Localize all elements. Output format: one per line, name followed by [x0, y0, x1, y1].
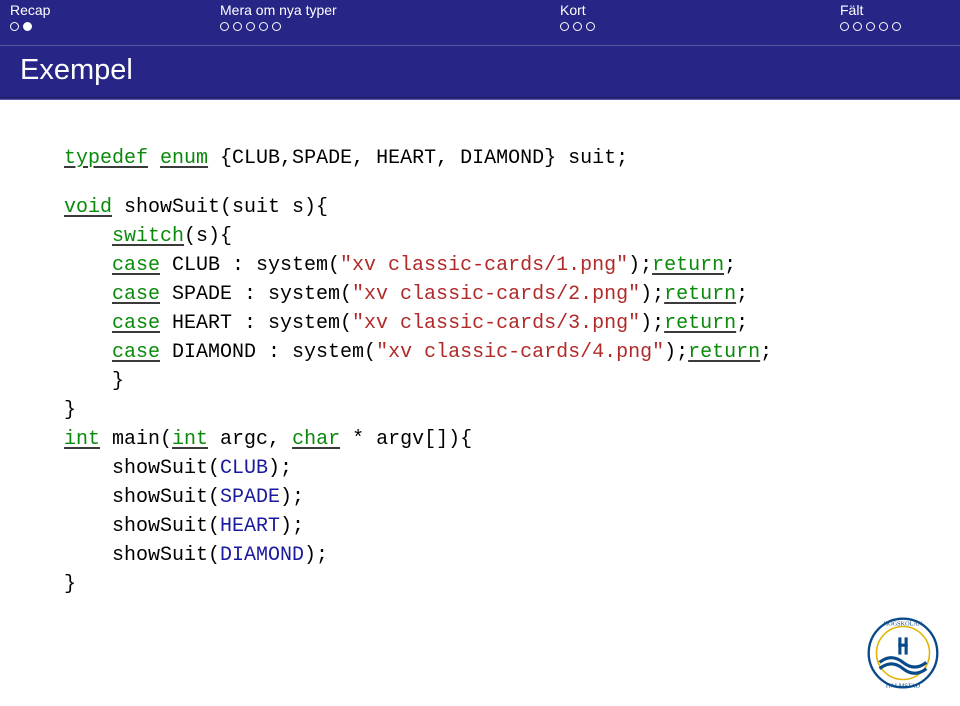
dot-icon	[10, 22, 19, 31]
keyword: return	[664, 312, 736, 335]
nav-section-recap[interactable]: Recap	[0, 0, 220, 44]
keyword: return	[652, 254, 724, 277]
constant: SPADE	[220, 486, 280, 509]
code-text: ;	[736, 283, 748, 306]
code-line: typedef enum {CLUB,SPADE, HEART, DIAMOND…	[64, 144, 896, 173]
keyword: return	[688, 341, 760, 364]
code-line: void showSuit(suit s){	[64, 193, 896, 222]
code-text: showSuit(	[112, 544, 220, 567]
dot-icon	[853, 22, 862, 31]
nav-label: Recap	[10, 2, 220, 20]
svg-text:HALMSTAD: HALMSTAD	[886, 682, 921, 689]
dot-icon	[879, 22, 888, 31]
dot-icon	[233, 22, 242, 31]
code-line: }	[64, 570, 896, 599]
code-text: CLUB : system(	[160, 254, 340, 277]
keyword: case	[112, 341, 160, 364]
dot-icon	[23, 22, 32, 31]
progress-dots	[10, 20, 220, 31]
constant: HEART	[220, 515, 280, 538]
string-literal: "xv classic-cards/1.png"	[340, 254, 628, 277]
code-text: * argv[]){	[340, 428, 472, 451]
dot-icon	[840, 22, 849, 31]
code-line: case SPADE : system("xv classic-cards/2.…	[64, 280, 896, 309]
constant: CLUB	[220, 457, 268, 480]
dot-icon	[272, 22, 281, 31]
code-text: SPADE : system(	[160, 283, 352, 306]
code-text: showSuit(	[112, 457, 220, 480]
svg-text:HÖGSKOLAN: HÖGSKOLAN	[884, 621, 923, 628]
string-literal: "xv classic-cards/4.png"	[376, 341, 664, 364]
code-text: DIAMOND : system(	[160, 341, 376, 364]
code-text: (s){	[184, 225, 232, 248]
code-line: int main(int argc, char * argv[]){	[64, 425, 896, 454]
code-text: );	[304, 544, 328, 567]
code-text: );	[280, 515, 304, 538]
code-text: {CLUB,SPADE, HEART, DIAMOND} suit;	[208, 147, 628, 170]
code-text: );	[664, 341, 688, 364]
keyword: case	[112, 283, 160, 306]
code-text: argc,	[208, 428, 292, 451]
code-text: );	[268, 457, 292, 480]
constant: DIAMOND	[220, 544, 304, 567]
slide-title: Exempel	[0, 46, 960, 98]
keyword: char	[292, 428, 340, 451]
progress-dots	[560, 20, 840, 31]
code-text: showSuit(	[112, 515, 220, 538]
code-line: showSuit(SPADE);	[64, 483, 896, 512]
keyword: enum	[160, 147, 208, 170]
code-text: showSuit(suit s){	[112, 196, 328, 219]
code-text: HEART : system(	[160, 312, 352, 335]
code-text: );	[280, 486, 304, 509]
dot-icon	[586, 22, 595, 31]
code-line: showSuit(HEART);	[64, 512, 896, 541]
dot-icon	[560, 22, 569, 31]
progress-dots	[220, 20, 560, 31]
dot-icon	[866, 22, 875, 31]
dot-icon	[573, 22, 582, 31]
university-logo-icon: HÖGSKOLAN HALMSTAD	[864, 614, 942, 692]
keyword: switch	[112, 225, 184, 248]
dot-icon	[246, 22, 255, 31]
nav-section-types[interactable]: Mera om nya typer	[220, 0, 560, 44]
nav-label: Mera om nya typer	[220, 2, 560, 20]
nav-label: Fält	[840, 2, 960, 20]
code-line: }	[64, 367, 896, 396]
nav-section-falt[interactable]: Fält	[840, 0, 960, 44]
keyword: case	[112, 312, 160, 335]
code-text: );	[640, 312, 664, 335]
code-line: }	[64, 396, 896, 425]
keyword: typedef	[64, 147, 148, 170]
code-line: case CLUB : system("xv classic-cards/1.p…	[64, 251, 896, 280]
keyword: void	[64, 196, 112, 219]
code-text: );	[628, 254, 652, 277]
keyword: case	[112, 254, 160, 277]
code-line: switch(s){	[64, 222, 896, 251]
code-line: showSuit(DIAMOND);	[64, 541, 896, 570]
code-text: ;	[736, 312, 748, 335]
nav-section-kort[interactable]: Kort	[560, 0, 840, 44]
code-block: typedef enum {CLUB,SPADE, HEART, DIAMOND…	[0, 100, 960, 599]
code-line: showSuit(CLUB);	[64, 454, 896, 483]
string-literal: "xv classic-cards/3.png"	[352, 312, 640, 335]
code-text: );	[640, 283, 664, 306]
string-literal: "xv classic-cards/2.png"	[352, 283, 640, 306]
code-text: showSuit(	[112, 486, 220, 509]
dot-icon	[892, 22, 901, 31]
code-text: ;	[724, 254, 736, 277]
nav-bar: Recap Mera om nya typer Kort Fält	[0, 0, 960, 44]
nav-label: Kort	[560, 2, 840, 20]
keyword: int	[172, 428, 208, 451]
code-line: case HEART : system("xv classic-cards/3.…	[64, 309, 896, 338]
code-line: case DIAMOND : system("xv classic-cards/…	[64, 338, 896, 367]
code-text: ;	[760, 341, 772, 364]
dot-icon	[259, 22, 268, 31]
progress-dots	[840, 20, 960, 31]
keyword: return	[664, 283, 736, 306]
code-text: main(	[100, 428, 172, 451]
dot-icon	[220, 22, 229, 31]
keyword: int	[64, 428, 100, 451]
